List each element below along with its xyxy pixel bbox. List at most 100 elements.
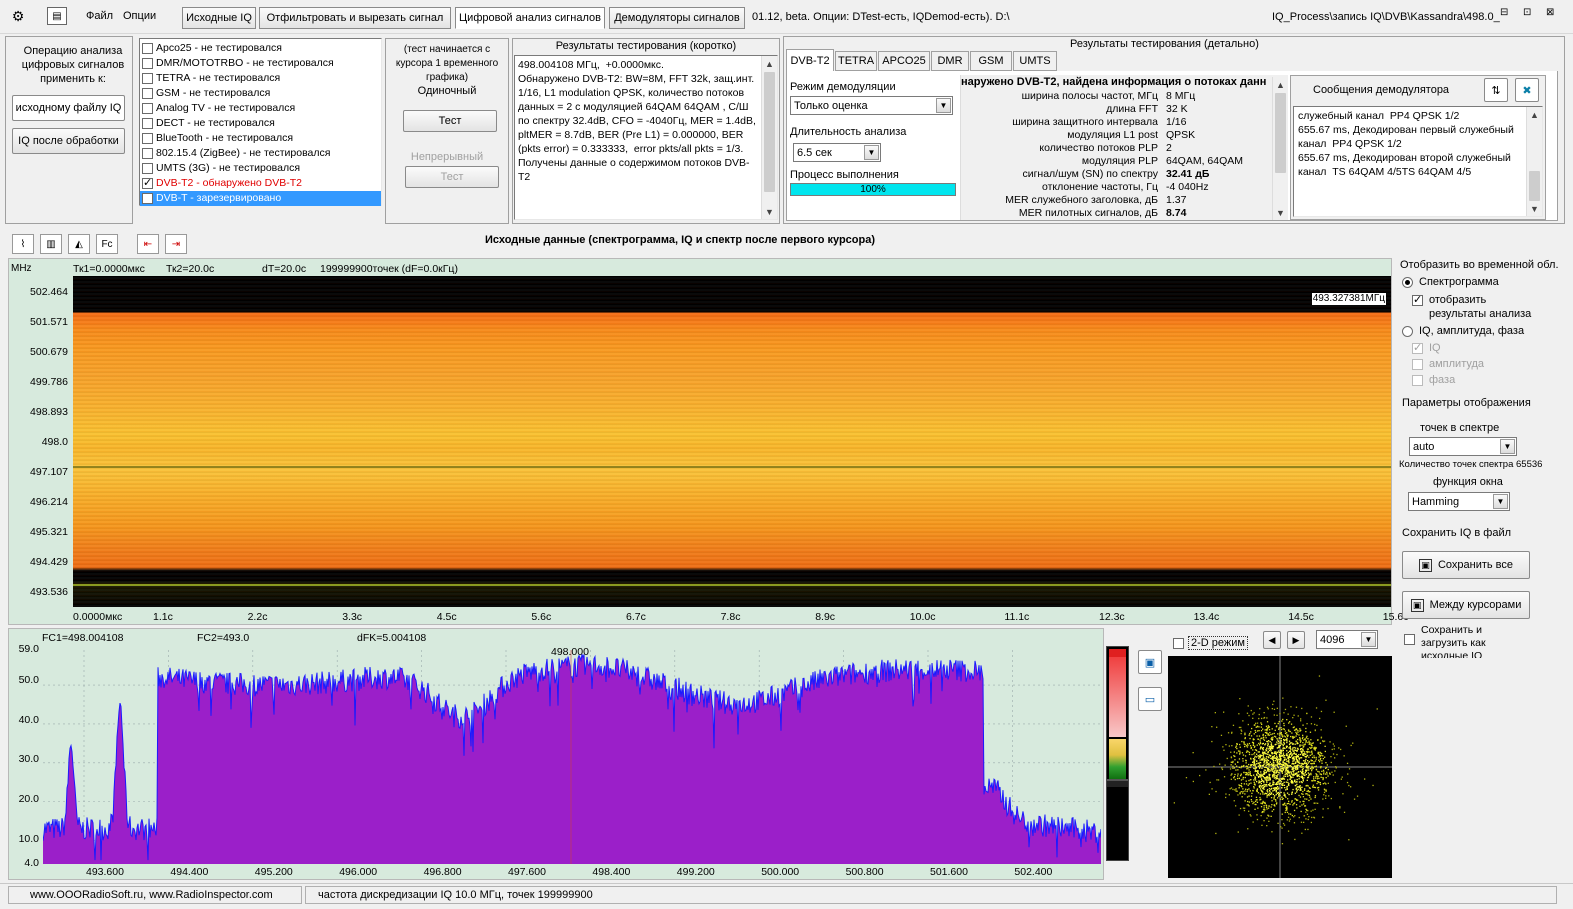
tab-demodulators[interactable]: Демодуляторы сигналов [609,7,745,29]
results-checkbox[interactable]: отобразить результаты анализа [1412,293,1541,321]
test-item[interactable]: 802.15.4 (ZigBee) - не тестировался [140,146,381,161]
fc-marker-icon[interactable]: Fc [96,234,118,254]
restore-icon[interactable]: ⊡ [1523,7,1531,18]
checkbox-icon[interactable] [1412,341,1423,354]
iq-checkbox[interactable]: IQ [1412,341,1441,354]
minimize-icon[interactable]: ⊟ [1500,7,1508,18]
amplitude-checkbox[interactable]: амплитуда [1412,358,1484,370]
checkbox-icon[interactable] [142,118,153,129]
demod-clear-button[interactable]: ✖ [1515,78,1539,102]
found-scrollbar[interactable]: ▲ ▼ [1272,77,1288,220]
window-select[interactable]: Hamming ▼ [1408,492,1510,511]
iq-open-button[interactable]: ▭ [1138,687,1162,711]
tab-tetra[interactable]: TETRA [835,51,877,71]
points-select[interactable]: auto ▼ [1409,437,1517,456]
scroll-up-icon[interactable]: ▲ [762,56,777,71]
test-item[interactable]: Apco25 - не тестировался [140,41,381,56]
fc2-label: FC2=493.0 [197,632,250,644]
iq-2d-checkbox[interactable]: 2-D режим [1173,636,1248,650]
chevron-down-icon[interactable]: ▼ [1493,494,1508,509]
checkbox-icon[interactable] [142,148,153,159]
chevron-down-icon[interactable]: ▼ [1500,439,1515,454]
save-icon[interactable]: ▤ [47,7,67,25]
test-item[interactable]: Analog TV - не тестировался [140,101,381,116]
radio-icon[interactable] [1402,325,1413,337]
tab-apco25[interactable]: APCO25 [878,51,930,71]
short-results-scrollbar[interactable]: ▲ ▼ [761,56,777,219]
iq-radio[interactable]: IQ, амплитуда, фаза [1402,325,1524,337]
close-icon[interactable]: ⊠ [1546,7,1554,18]
iq-constellation[interactable] [1168,656,1392,878]
test-item[interactable]: DVB-T - зарезервировано [140,191,381,206]
iq-prev-button[interactable]: ◀ [1263,631,1281,649]
test-item[interactable]: GSM - не тестировался [140,86,381,101]
spectro-radio[interactable]: Спектрограмма [1402,276,1499,288]
menu-options[interactable]: Опции [123,10,156,22]
test-item[interactable]: BlueTooth - не тестировался [140,131,381,146]
iq-points-select[interactable]: 4096 ▼ [1316,630,1378,649]
test-item[interactable]: DECT - не тестировался [140,116,381,131]
test-item[interactable]: TETRA - не тестировался [140,71,381,86]
checkbox-icon[interactable] [142,73,153,84]
checkbox-icon[interactable] [142,43,153,54]
checkbox-icon[interactable] [142,133,153,144]
spectrum-view-icon[interactable]: ◭ [68,234,90,254]
save-load-checkbox[interactable]: Сохранить и загрузить как исходные IQ [1404,624,1521,658]
tab-gsm[interactable]: GSM [970,51,1012,71]
checkbox-icon[interactable] [1412,374,1423,386]
phase-checkbox[interactable]: фаза [1412,374,1455,386]
cursor-left-icon[interactable]: ⇤ [137,234,159,254]
chevron-down-icon[interactable]: ▼ [936,98,951,113]
scroll-up-icon[interactable]: ▲ [1527,107,1542,122]
scroll-down-icon[interactable]: ▼ [762,204,777,219]
tab-dvb-t2[interactable]: DVB-T2 [786,49,834,72]
checkbox-icon[interactable] [142,163,153,174]
after-processing-button[interactable]: IQ после обработки [12,128,125,154]
menu-file[interactable]: Файл [86,10,113,22]
iq-next-button[interactable]: ▶ [1287,631,1305,649]
scroll-down-icon[interactable]: ▼ [1273,205,1288,220]
demod-scrollbar[interactable]: ▲ ▼ [1526,107,1542,216]
tk1-label: Тк1=0.0000мкс [73,263,145,275]
mode-select[interactable]: Только оценка ▼ [790,96,953,115]
tab-digital-analysis[interactable]: Цифровой анализ сигналов [455,7,605,29]
save-all-button[interactable]: ▣ Сохранить все [1402,551,1530,579]
tab-umts[interactable]: UMTS [1013,51,1057,71]
scroll-up-icon[interactable]: ▲ [1273,77,1288,92]
tab-dmr[interactable]: DMR [931,51,969,71]
scroll-down-icon[interactable]: ▼ [1527,201,1542,216]
spectrum-plot[interactable] [43,650,1101,864]
chart-scale-icon[interactable]: ▥ [40,234,62,254]
iq-save-button[interactable]: ▣ [1138,650,1162,674]
dt-label: dT=20.0с [262,263,307,275]
tab-filter-cut[interactable]: Отфильтровать и вырезать сигнал [259,7,451,29]
test-continuous-button[interactable]: Тест [405,166,499,188]
spectrum-y-tick: 40.0 [18,714,39,726]
chevron-down-icon[interactable]: ▼ [864,145,879,160]
checkbox-icon[interactable] [1404,634,1415,645]
test-button[interactable]: Тест [403,110,497,132]
cursor-right-icon[interactable]: ⇥ [165,234,187,254]
radio-icon[interactable] [1402,276,1413,288]
tab-source-iq[interactable]: Исходные IQ [182,7,256,29]
test-item-label: DECT - не тестировался [156,117,275,129]
save-between-button[interactable]: ▣ Между курсорами [1402,591,1530,619]
checkbox-icon[interactable] [142,58,153,69]
demod-export-button[interactable]: ⇅ [1484,78,1508,102]
checkbox-icon[interactable] [142,88,153,99]
checkbox-icon[interactable] [1173,637,1184,649]
checkbox-icon[interactable] [142,103,153,114]
test-item[interactable]: DVB-T2 - обнаружено DVB-T2 [140,176,381,191]
app-icon[interactable]: ⚙ [8,7,28,25]
chevron-down-icon[interactable]: ▼ [1361,632,1376,647]
checkbox-icon[interactable] [142,176,153,191]
spectrogram-image[interactable]: 493.327381МГц [73,276,1391,607]
test-item[interactable]: UMTS (3G) - не тестировался [140,161,381,176]
test-item[interactable]: DMR/MOTOTRBO - не тестировался [140,56,381,71]
max-hold-icon[interactable]: ⌇ [12,234,34,254]
source-file-button[interactable]: исходному файлу IQ [12,95,125,121]
duration-select[interactable]: 6.5 сек ▼ [793,143,881,162]
checkbox-icon[interactable] [1412,358,1423,370]
checkbox-icon[interactable] [142,193,153,204]
checkbox-icon[interactable] [1412,293,1423,306]
